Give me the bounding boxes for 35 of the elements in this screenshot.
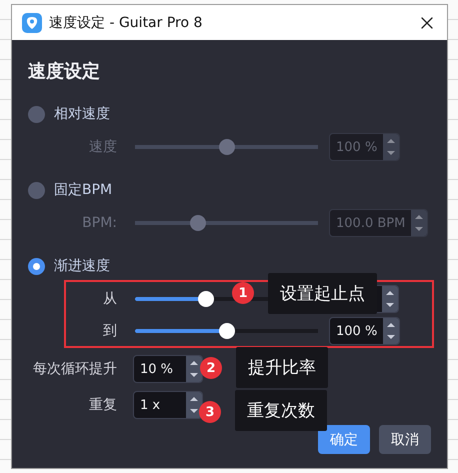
annotation-tooltip: 重复次数 [235,390,327,431]
radio-button[interactable] [28,258,45,274]
number-badge-tooltip: 3 [199,401,221,423]
spin-arrows-icon[interactable] [383,318,400,344]
field-label: 每次循环提升 [32,360,117,378]
slider-thumb[interactable] [218,323,234,339]
app-icon [22,12,42,32]
spin-arrows-icon[interactable] [382,286,398,312]
radio-label: 渐进速度 [54,257,110,275]
window-title: 速度设定 - Guitar Pro 8 [49,14,204,32]
cancel-button[interactable]: 取消 [379,425,431,454]
radio-button[interactable] [28,106,45,122]
slider-label: 从 [102,290,117,308]
dialog-heading: 速度设定 [28,60,101,84]
slider-label: BPM: [81,215,117,231]
spin-arrows-icon[interactable] [411,210,428,236]
spin-box[interactable]: 10 % [133,355,203,383]
radio-label: 相对速度 [54,105,110,123]
spin-arrows-icon[interactable] [383,134,400,160]
spin-arrows-icon[interactable] [186,392,202,418]
slider-thumb[interactable] [218,139,234,155]
slider-label: 到 [102,322,117,340]
spin-arrows-icon[interactable] [186,356,202,382]
annotation-tooltip: 提升比率 [236,347,328,388]
number-badge-tooltip: 2 [200,357,222,379]
spin-box[interactable]: 100 % [329,317,400,345]
spin-box[interactable]: 1 x [133,391,203,419]
slider-thumb[interactable] [190,215,206,231]
field-label: 重复 [88,396,117,414]
radio-label: 固定BPM [54,181,112,199]
slider-thumb[interactable] [198,291,214,307]
slider-label: 速度 [88,138,117,156]
radio-button[interactable] [28,182,45,198]
annotation-tooltip: 设置起止点 [268,273,377,314]
number-badge-tooltip: 1 [232,282,254,304]
